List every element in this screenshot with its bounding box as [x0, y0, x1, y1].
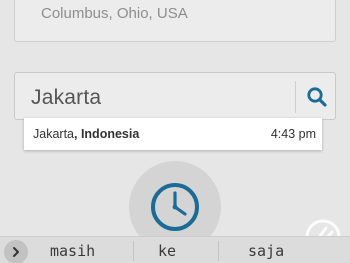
clock-icon — [151, 183, 199, 231]
suggestion-separator: , — [74, 127, 81, 141]
saved-location-card[interactable]: Columbus, Ohio, USA — [14, 0, 336, 42]
keyboard-suggestion-1[interactable]: masih — [50, 242, 95, 260]
saved-location-text: Columbus, Ohio, USA — [41, 5, 188, 22]
keyboard-suggestion-3[interactable]: saja — [248, 242, 284, 260]
suggestion-city: Jakarta — [33, 127, 74, 141]
keyboard-divider — [133, 241, 134, 261]
city-search-field[interactable]: Jakarta — [14, 72, 336, 120]
search-icon[interactable] — [303, 83, 331, 111]
chevron-right-icon[interactable] — [4, 240, 28, 263]
city-suggestion-item[interactable]: Jakarta, Indonesia 4:43 pm — [24, 118, 322, 150]
keyboard-suggestion-bar: masih ke saja — [0, 236, 350, 263]
suggestion-time: 4:43 pm — [270, 127, 316, 141]
keyboard-suggestion-2[interactable]: ke — [158, 242, 176, 260]
suggestion-country: Indonesia — [80, 127, 140, 141]
search-divider — [295, 81, 296, 113]
keyboard-divider — [218, 241, 219, 261]
search-input[interactable]: Jakarta — [31, 86, 101, 110]
